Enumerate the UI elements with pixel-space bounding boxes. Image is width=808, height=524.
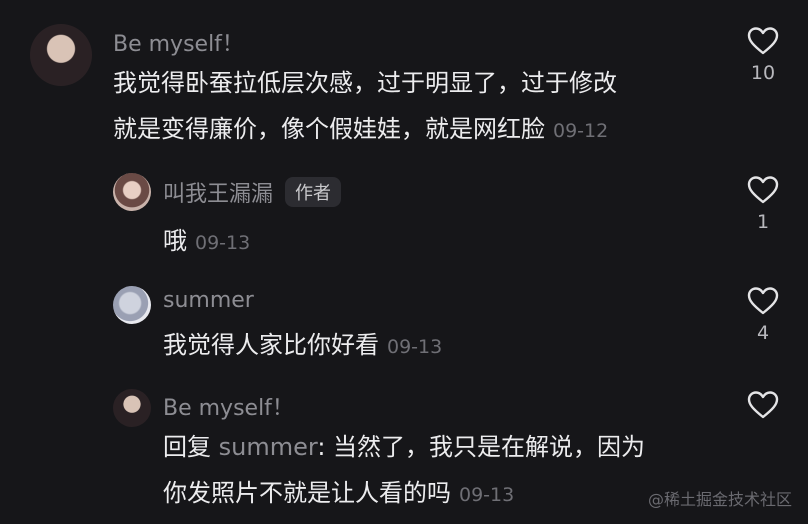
reply-prefix: 回复 [163,433,219,461]
reply-mention[interactable]: summer [219,433,318,461]
heart-icon [747,287,779,315]
heart-icon [747,391,779,419]
avatar[interactable] [113,389,151,427]
reply-text: 哦 09-13 [163,218,250,266]
avatar[interactable] [113,173,151,211]
reply-username[interactable]: Be myself！ [163,390,294,422]
heart-icon [747,27,779,55]
author-badge: 作者 [285,177,342,207]
heart-icon [747,176,779,204]
reply-text-body: 我觉得人家比你好看 [163,331,379,359]
reply-text: 我觉得人家比你好看 09-13 [163,322,442,370]
reply-date: 09-13 [459,484,515,506]
avatar[interactable] [30,24,92,86]
reply-username[interactable]: summer [163,288,254,313]
like-button[interactable]: 10 [733,26,793,84]
reply-username-text: 叫我王漏漏 [163,182,274,207]
reply-text-line: 你发照片不就是让人看的吗 09-13 [163,470,645,518]
comment-text-line: 就是变得廉价，像个假娃娃，就是网红脸 09-12 [113,106,617,154]
reply-date: 09-13 [195,232,251,254]
comment-text-line-body: 就是变得廉价，像个假娃娃，就是网红脸 [113,115,545,143]
comment-text: 我觉得卧蚕拉低层次感，过于明显了，过于修改 就是变得廉价，像个假娃娃，就是网红脸… [113,60,617,154]
like-button[interactable] [733,390,793,420]
reply-text-body: 哦 [163,227,187,255]
reply-text-line: 回复 summer: 当然了，我只是在解说，因为 [163,424,645,470]
avatar[interactable] [113,286,151,324]
like-count: 10 [750,62,776,84]
comment-text-line: 我觉得卧蚕拉低层次感，过于明显了，过于修改 [113,69,617,97]
like-button[interactable]: 4 [733,286,793,344]
reply-date: 09-13 [387,336,443,358]
like-count: 1 [756,211,770,233]
like-count: 4 [756,322,770,344]
watermark: @稀土掘金技术社区 [647,490,792,509]
reply-text: 回复 summer: 当然了，我只是在解说，因为 你发照片不就是让人看的吗 09-… [163,424,645,518]
reply-text-line-body: 你发照片不就是让人看的吗 [163,479,451,507]
comment-username[interactable]: Be myself！ [113,26,244,58]
reply-username[interactable]: 叫我王漏漏 作者 [163,176,342,208]
comment-date: 09-12 [553,120,609,142]
like-button[interactable]: 1 [733,175,793,233]
reply-text-line-rest: : 当然了，我只是在解说，因为 [317,433,646,461]
